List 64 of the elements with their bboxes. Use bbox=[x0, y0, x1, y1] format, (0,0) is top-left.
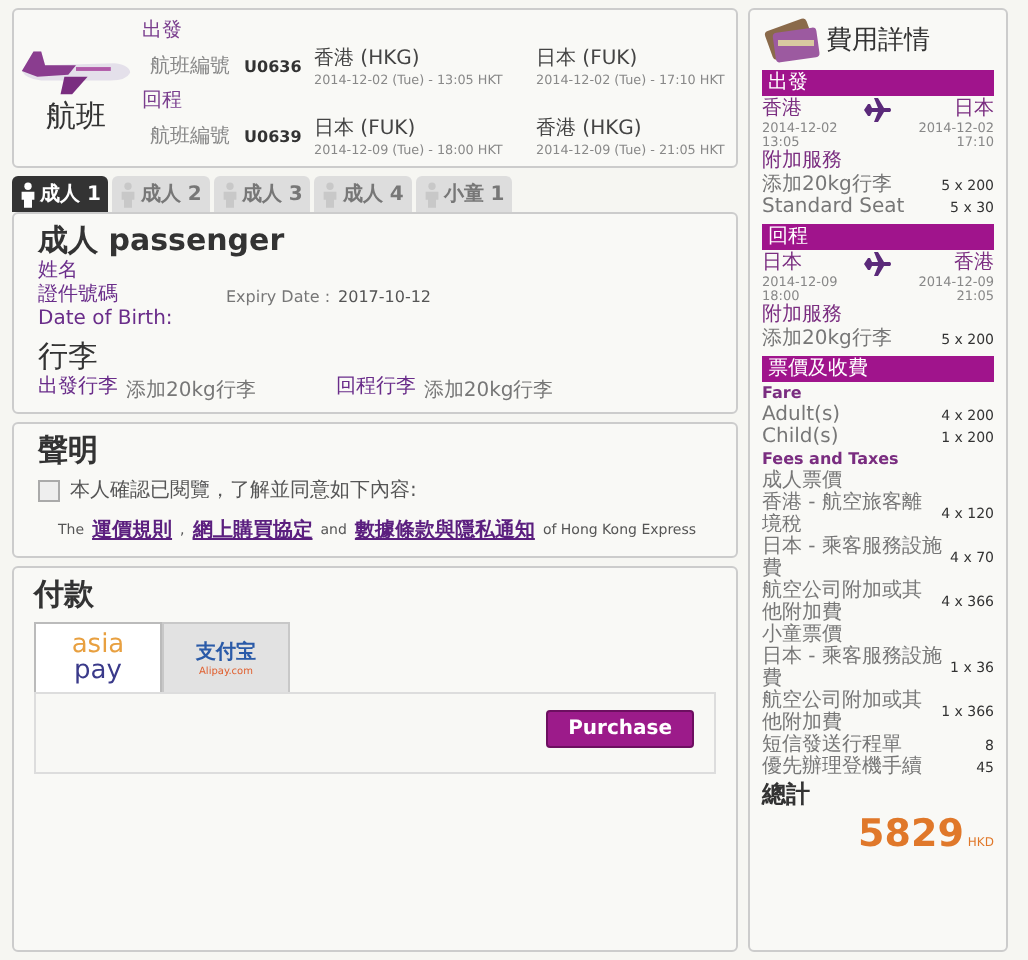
extra-label: Standard Seat bbox=[762, 196, 905, 218]
fee-label: Child(s) bbox=[762, 426, 839, 448]
fee-label: 短信發送行程單 bbox=[762, 734, 902, 756]
person-icon bbox=[20, 181, 36, 207]
birth-label: Date of Birth: bbox=[38, 308, 175, 332]
extra-label: 添加20kg行李 bbox=[762, 174, 892, 196]
section-header: 票價及收費 bbox=[762, 356, 994, 382]
extras-title: 附加服務 bbox=[762, 150, 844, 173]
origin-city: 日本 bbox=[762, 250, 802, 276]
extra-label: 添加20kg行李 bbox=[762, 328, 892, 350]
expiry-date: 2017-10-12 bbox=[338, 287, 432, 305]
passenger-tab[interactable]: 成人 1 bbox=[12, 176, 109, 212]
flight-number: U0636 bbox=[244, 57, 304, 75]
terms-link[interactable]: 數據條款與隱私通知 bbox=[354, 516, 535, 544]
purchase-button[interactable]: Purchase bbox=[546, 710, 694, 748]
fee-label: Adult(s) bbox=[762, 404, 841, 426]
flight-number-label: 航班編號 bbox=[150, 123, 232, 150]
fee-heading: Fare bbox=[762, 382, 804, 404]
destination-city: 香港 bbox=[954, 250, 994, 276]
flight-number-label: 航班編號 bbox=[150, 53, 232, 80]
flights-title: 航班 bbox=[46, 98, 106, 136]
baggage-label: 回程行李 bbox=[335, 376, 416, 402]
fee-label: 日本 - 乘客服務設施費 bbox=[762, 646, 944, 690]
leg-label: 回程 bbox=[142, 88, 184, 114]
departure-place: 香港 (HKG) bbox=[314, 45, 422, 72]
fee-label: 優先辦理登機手續 bbox=[762, 756, 922, 778]
document-label: 證件號碼 bbox=[38, 284, 118, 308]
fee-heading: Fees and Taxes bbox=[762, 448, 901, 469]
extras-title: 附加服務 bbox=[762, 304, 844, 327]
fee-label: 航空公司附加或其他附加費 bbox=[762, 580, 924, 624]
fee-group-label: 小童票價 bbox=[762, 624, 842, 646]
airplane-icon bbox=[864, 97, 892, 121]
arrival-place: 日本 (FUK) bbox=[536, 45, 640, 72]
baggage-value: 添加20kg行李 bbox=[126, 377, 256, 404]
destination-city: 日本 bbox=[954, 96, 994, 122]
expiry-label: Expiry Date : bbox=[226, 287, 331, 305]
fee-group-label: 成人票價 bbox=[762, 470, 842, 492]
name-label: 姓名 bbox=[38, 260, 80, 283]
terms-link[interactable]: 運價規則 bbox=[92, 516, 173, 544]
terms-link[interactable]: 網上購買協定 bbox=[192, 516, 313, 544]
baggage-title: 行李 bbox=[38, 338, 100, 375]
origin-city: 香港 bbox=[762, 96, 802, 122]
total-label: 總計 bbox=[762, 778, 812, 812]
section-header: 回程 bbox=[762, 224, 994, 250]
flight-number: U0639 bbox=[244, 127, 304, 145]
passenger-title: 成人 passenger bbox=[38, 222, 287, 260]
fee-label: 日本 - 乘客服務設施費 bbox=[762, 536, 944, 580]
agree-checkbox[interactable] bbox=[38, 479, 60, 501]
agree-label: 本人確認已閱覽，了解並同意如下內容: bbox=[70, 477, 417, 504]
total-amount: 5829 bbox=[858, 812, 964, 856]
baggage-label: 出發行李 bbox=[38, 376, 118, 402]
airplane-icon bbox=[864, 251, 892, 275]
summary-title: 費用詳情 bbox=[826, 24, 930, 58]
baggage-value: 添加20kg行李 bbox=[423, 377, 554, 404]
fee-label: 航空公司附加或其他附加費 bbox=[762, 690, 924, 734]
leg-label: 出發 bbox=[142, 18, 184, 44]
section-header: 出發 bbox=[762, 70, 994, 96]
payment-method-tab[interactable]: asia pay bbox=[34, 622, 162, 692]
declaration-title: 聲明 bbox=[38, 432, 100, 470]
fee-label: 香港 - 航空旅客離境稅 bbox=[762, 492, 922, 536]
payment-title: 付款 bbox=[34, 576, 96, 614]
cards-drawing bbox=[762, 16, 822, 64]
arrival-place: 香港 (HKG) bbox=[536, 115, 644, 142]
departure-place: 日本 (FUK) bbox=[314, 115, 418, 142]
